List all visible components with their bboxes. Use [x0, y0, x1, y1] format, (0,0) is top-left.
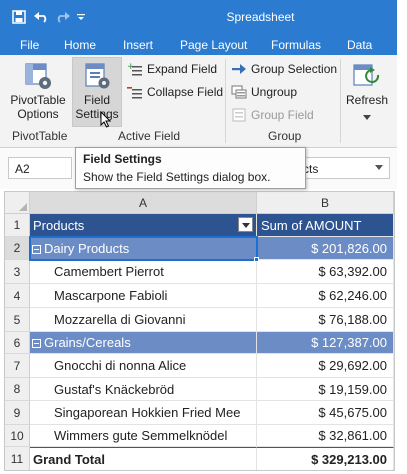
- item-cell[interactable]: Gnocchi di nonna Alice: [30, 354, 257, 378]
- category-value[interactable]: $ 127,387.00: [257, 332, 394, 354]
- item-cell[interactable]: Singaporean Hokkien Fried Mee: [30, 401, 257, 425]
- collapse-field-button[interactable]: Collapse Field: [126, 82, 223, 102]
- item-value[interactable]: $ 29,692.00: [257, 354, 394, 378]
- tooltip-title: Field Settings: [83, 152, 162, 166]
- arrow-right-icon: [230, 60, 248, 78]
- window-title: Spreadsheet: [226, 10, 295, 24]
- row-header[interactable]: 9: [5, 401, 30, 425]
- grand-total-label[interactable]: Grand Total: [30, 447, 257, 470]
- item-cell[interactable]: Camembert Pierrot: [30, 260, 257, 284]
- item-cell[interactable]: Mozzarella di Giovanni: [30, 308, 257, 332]
- item-value[interactable]: $ 62,246.00: [257, 284, 394, 308]
- title-bar: Spreadsheet: [0, 0, 397, 35]
- category-cell[interactable]: Dairy Products: [30, 237, 257, 260]
- ribbon-separator: [340, 59, 341, 143]
- chevron-down-icon: [363, 109, 371, 123]
- pivot-header-sum[interactable]: Sum of AMOUNT: [257, 214, 394, 237]
- field-settings-tooltip: Field Settings Show the Field Settings d…: [75, 147, 306, 189]
- pivot-header-label: Products: [33, 218, 85, 233]
- item-value[interactable]: $ 76,188.00: [257, 308, 394, 332]
- tab-page-layout[interactable]: Page Layout: [180, 38, 247, 52]
- expand-field-button[interactable]: + Expand Field: [126, 59, 217, 79]
- pivot-header-products[interactable]: Products: [30, 214, 257, 237]
- row-header[interactable]: 8: [5, 378, 30, 401]
- row-header[interactable]: 10: [5, 425, 30, 447]
- item-cell[interactable]: Wimmers gute Semmelknödel: [30, 425, 257, 447]
- field-settings-button[interactable]: Field Settings: [73, 59, 121, 121]
- tab-formulas[interactable]: Formulas: [271, 38, 321, 52]
- spreadsheet-grid: A B 1 Products Sum of AMOUNT 2 Dairy Pro…: [4, 191, 395, 471]
- group-field-label: Group Field: [251, 108, 314, 122]
- item-value[interactable]: $ 45,675.00: [257, 401, 394, 425]
- grand-total-value[interactable]: $ 329,213.00: [257, 447, 394, 470]
- spreadsheet-window: Spreadsheet File Home Insert Page Layout…: [0, 0, 407, 474]
- category-label: Dairy Products: [44, 241, 130, 256]
- ribbon-tabs: File Home Insert Page Layout Formulas Da…: [0, 35, 397, 55]
- expand-field-label: Expand Field: [147, 62, 218, 76]
- group-selection-label: Group Selection: [251, 62, 338, 76]
- item-cell[interactable]: Mascarpone Fabioli: [30, 284, 257, 308]
- row-header[interactable]: 6: [5, 332, 30, 354]
- group-label-pivottable: PivotTable: [12, 129, 68, 143]
- mouse-cursor-icon: [100, 110, 112, 131]
- ungroup-label: Ungroup: [251, 85, 298, 99]
- row-header[interactable]: 3: [5, 260, 30, 284]
- column-header-b[interactable]: B: [257, 192, 394, 214]
- tab-home[interactable]: Home: [64, 38, 96, 52]
- group-field-button[interactable]: Group Field: [230, 105, 314, 125]
- group-selection-button[interactable]: Group Selection: [230, 59, 337, 79]
- collapse-toggle-icon[interactable]: [32, 339, 41, 349]
- ribbon: PivotTable Options Field Settings + Expa…: [0, 55, 397, 148]
- collapse-field-icon: [126, 83, 144, 101]
- item-value[interactable]: $ 19,159.00: [257, 378, 394, 401]
- item-value[interactable]: $ 32,861.00: [257, 425, 394, 447]
- filter-dropdown-icon[interactable]: [238, 217, 253, 232]
- name-box[interactable]: A2: [8, 157, 72, 179]
- pivottable-options-button[interactable]: PivotTable Options: [8, 59, 68, 121]
- window-edge: [397, 0, 407, 474]
- field-settings-label-1: Field: [83, 93, 110, 107]
- column-header-a[interactable]: A: [30, 192, 257, 214]
- pivottable-options-label-2: Options: [17, 107, 59, 121]
- field-settings-label-2: Settings: [75, 107, 119, 121]
- row-header[interactable]: 2: [5, 237, 30, 260]
- row-header[interactable]: 1: [5, 214, 30, 237]
- refresh-button[interactable]: Refresh: [344, 59, 390, 123]
- expand-field-icon: +: [126, 60, 144, 78]
- refresh-label: Refresh: [345, 93, 389, 107]
- item-cell[interactable]: Gustaf's Knäckebröd: [30, 378, 257, 401]
- row-header[interactable]: 11: [5, 447, 30, 470]
- group-field-icon: [230, 106, 248, 124]
- ungroup-icon: [230, 83, 248, 101]
- ribbon-separator: [225, 59, 226, 143]
- refresh-icon: [352, 59, 382, 93]
- tooltip-text: Show the Field Settings dialog box.: [83, 170, 271, 184]
- tab-insert[interactable]: Insert: [123, 38, 153, 52]
- row-header[interactable]: 7: [5, 354, 30, 378]
- fill-handle[interactable]: [254, 257, 259, 262]
- item-value[interactable]: $ 63,392.00: [257, 260, 394, 284]
- row-header[interactable]: 5: [5, 308, 30, 332]
- pivottable-options-label-1: PivotTable: [10, 93, 66, 107]
- group-label-active-field: Active Field: [118, 129, 181, 143]
- collapse-toggle-icon[interactable]: [32, 245, 41, 255]
- pivottable-options-icon: [23, 59, 53, 93]
- tab-data[interactable]: Data: [347, 38, 372, 52]
- tab-file[interactable]: File: [20, 38, 39, 52]
- category-cell[interactable]: Grains/Cereals: [30, 332, 257, 354]
- field-settings-icon: [82, 59, 112, 93]
- ungroup-button[interactable]: Ungroup: [230, 82, 297, 102]
- row-header[interactable]: 4: [5, 284, 30, 308]
- chevron-down-icon[interactable]: [375, 165, 383, 170]
- category-value[interactable]: $ 201,826.00: [257, 237, 394, 260]
- select-all-corner[interactable]: [5, 192, 30, 214]
- group-label-group: Group: [268, 129, 302, 143]
- category-label: Grains/Cereals: [44, 335, 131, 350]
- collapse-field-label: Collapse Field: [147, 85, 224, 99]
